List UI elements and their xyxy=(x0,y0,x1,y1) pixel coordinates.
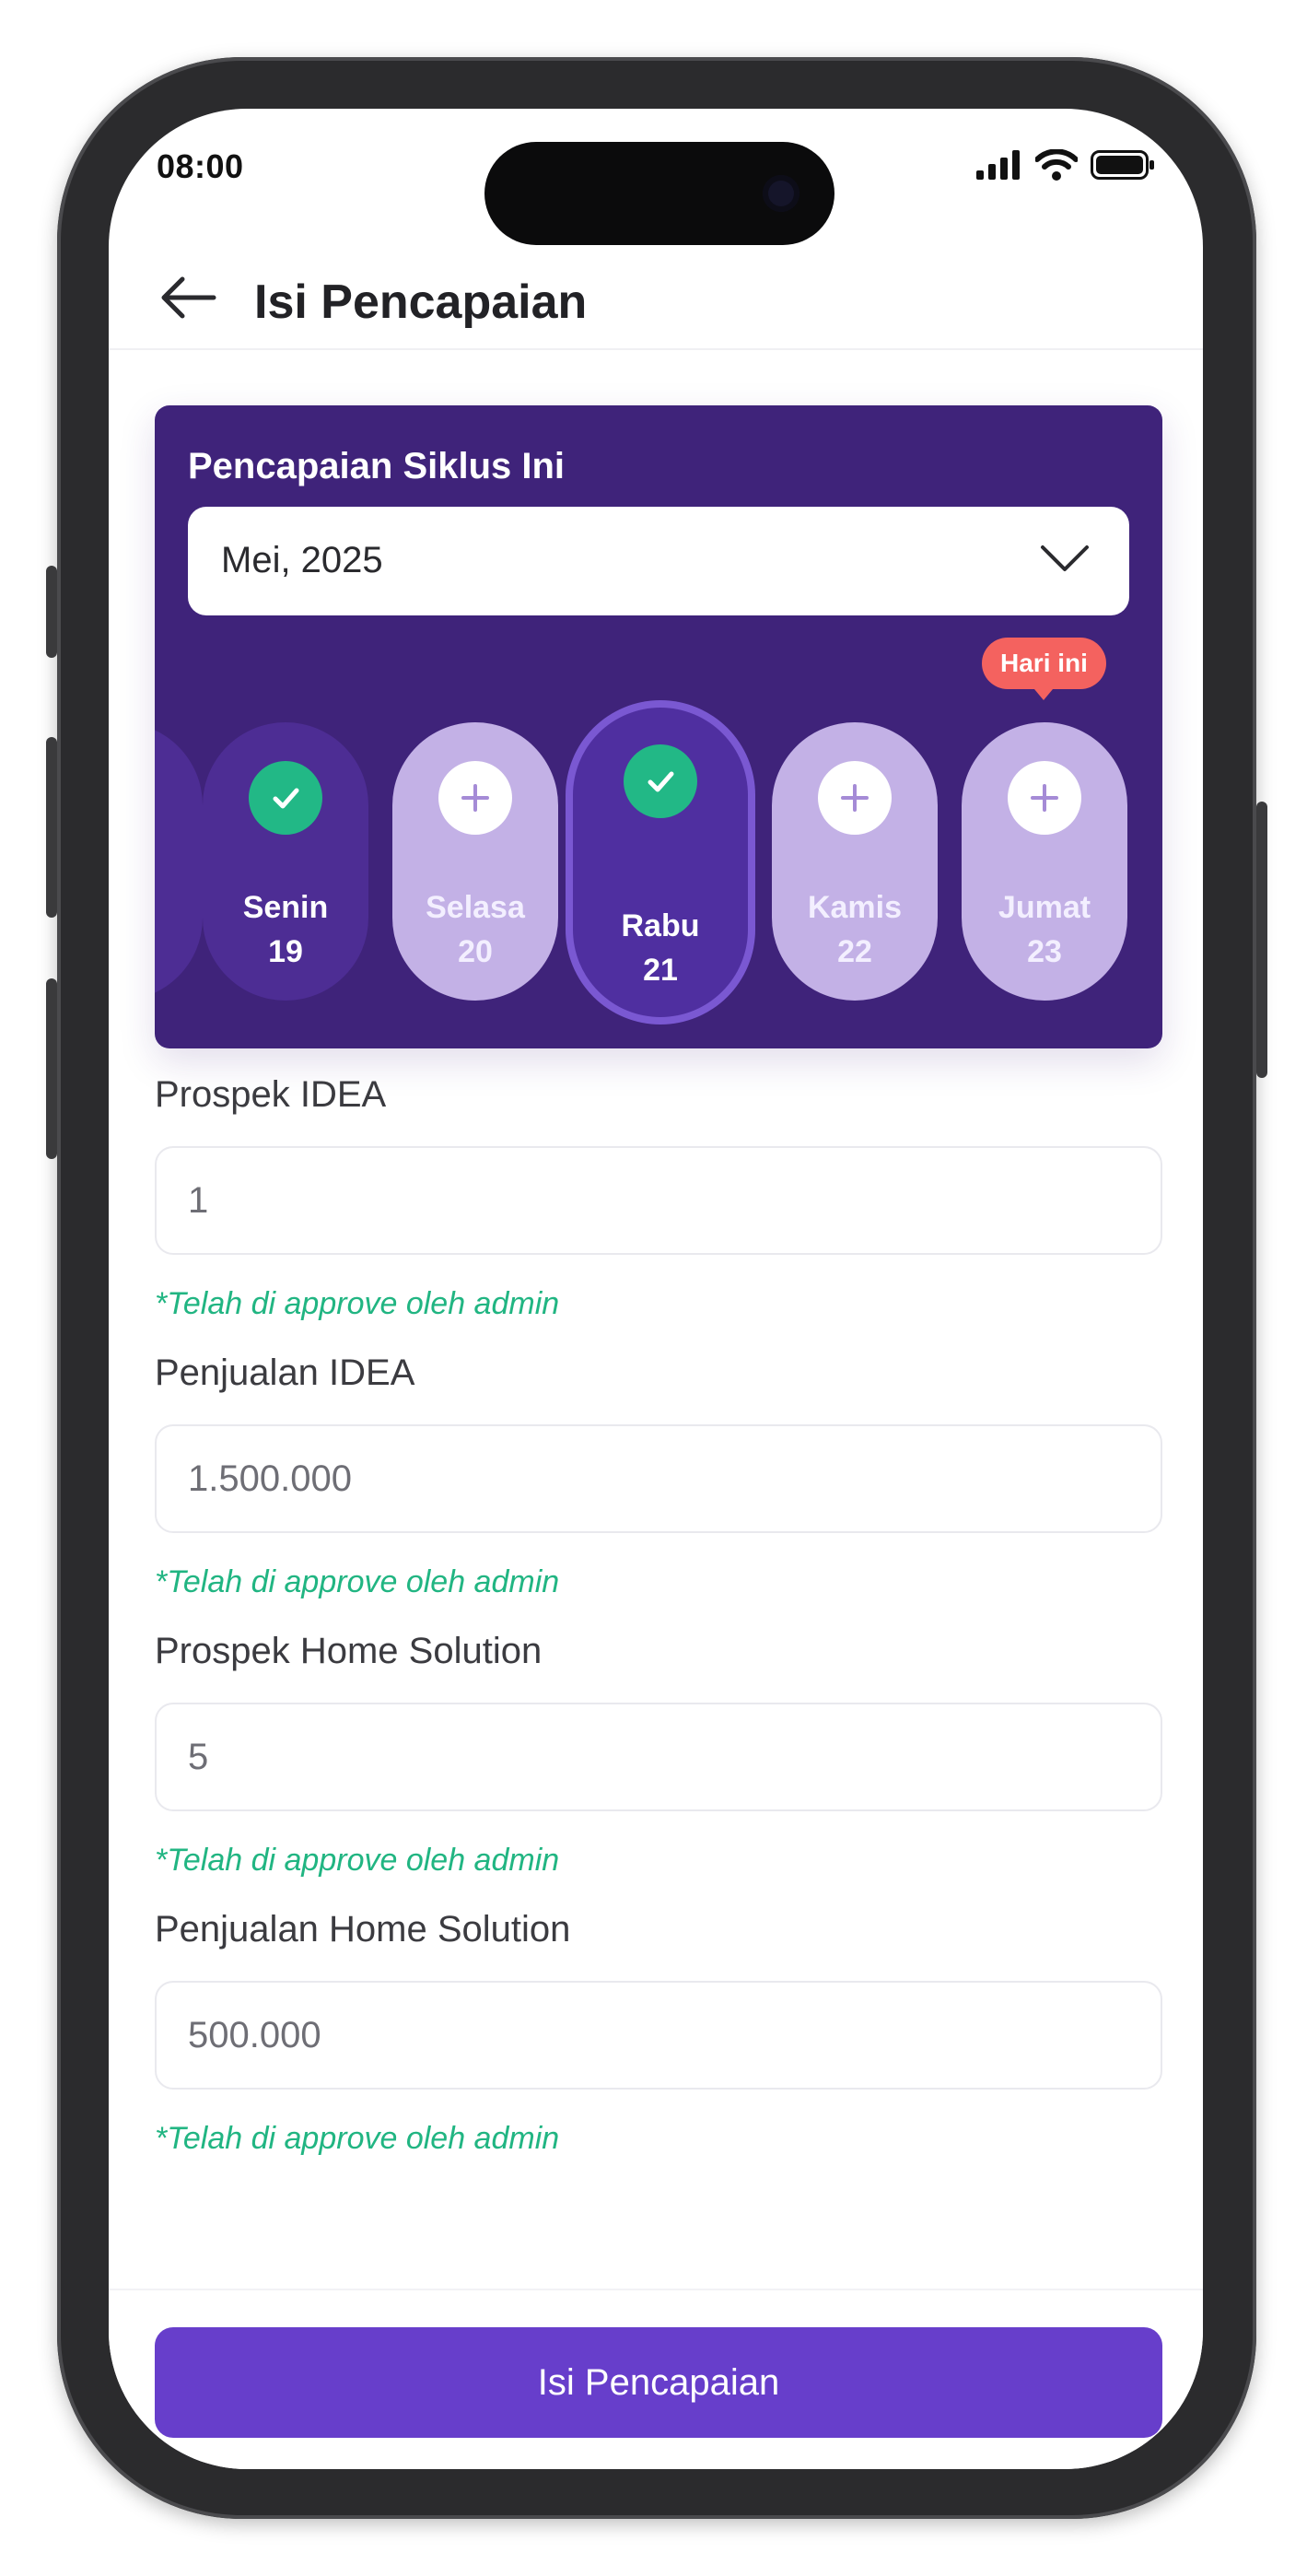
app-header: Isi Pencapaian xyxy=(109,247,1203,350)
day-name: Jumat xyxy=(998,890,1091,925)
day-item-previous[interactable] xyxy=(155,722,203,1001)
day-date: 20 xyxy=(458,934,493,969)
app-screen: 08:00 Isi Pencapaian Pencapaian Siklus I… xyxy=(109,109,1203,2469)
field-label-penjualan-home-solution: Penjualan Home Solution xyxy=(155,1909,571,1950)
wifi-icon xyxy=(1035,149,1078,181)
plus-icon xyxy=(818,761,892,835)
day-date: 22 xyxy=(837,934,872,969)
status-time: 08:00 xyxy=(157,147,244,185)
submit-achievement-button[interactable]: Isi Pencapaian xyxy=(155,2327,1162,2438)
day-date: 23 xyxy=(1027,934,1062,969)
check-icon xyxy=(624,744,697,818)
day-item-selasa[interactable]: Selasa 20 xyxy=(392,722,558,1001)
day-name: Senin xyxy=(242,890,329,925)
volume-down-button xyxy=(46,978,57,1159)
arrow-left-icon xyxy=(161,276,216,319)
today-badge: Hari ini xyxy=(982,638,1106,700)
approval-note: *Telah di approve oleh admin xyxy=(155,1843,560,1878)
camera-icon xyxy=(763,175,799,212)
dynamic-island xyxy=(484,142,834,245)
day-date: 21 xyxy=(643,953,678,988)
approval-note: *Telah di approve oleh admin xyxy=(155,1286,560,1321)
chevron-down-icon xyxy=(1041,545,1089,571)
day-item-senin[interactable]: Senin 19 xyxy=(203,722,368,1001)
plus-icon xyxy=(438,761,512,835)
back-button[interactable] xyxy=(158,275,217,321)
bottom-action-bar: Isi Pencapaian xyxy=(109,2289,1203,2469)
day-item-rabu[interactable]: Rabu 21 xyxy=(573,708,748,1017)
day-name: Rabu xyxy=(621,908,700,943)
check-icon xyxy=(249,761,322,835)
month-select[interactable]: Mei, 2025 xyxy=(188,507,1129,615)
power-button xyxy=(1256,802,1267,1078)
penjualan-idea-input[interactable] xyxy=(155,1424,1162,1533)
penjualan-home-solution-input[interactable] xyxy=(155,1981,1162,2090)
card-title: Pencapaian Siklus Ini xyxy=(188,446,566,486)
action-button xyxy=(46,566,57,658)
status-icons xyxy=(976,149,1155,181)
volume-up-button xyxy=(46,737,57,918)
field-label-penjualan-idea: Penjualan IDEA xyxy=(155,1352,415,1393)
signal-icon xyxy=(976,150,1020,180)
field-label-prospek-idea: Prospek IDEA xyxy=(155,1074,387,1115)
day-date: 19 xyxy=(268,934,303,969)
day-item-jumat[interactable]: Jumat 23 xyxy=(962,722,1127,1001)
approval-note: *Telah di approve oleh admin xyxy=(155,2121,560,2156)
prospek-idea-input[interactable] xyxy=(155,1146,1162,1255)
battery-icon xyxy=(1091,150,1154,180)
cycle-summary-card: Pencapaian Siklus Ini Mei, 2025 Hari ini… xyxy=(155,405,1162,1048)
day-name: Kamis xyxy=(807,890,903,925)
day-name: Selasa xyxy=(426,890,525,925)
approval-note: *Telah di approve oleh admin xyxy=(155,1564,560,1599)
prospek-home-solution-input[interactable] xyxy=(155,1703,1162,1811)
month-value: Mei, 2025 xyxy=(221,540,383,580)
field-label-prospek-home-solution: Prospek Home Solution xyxy=(155,1631,543,1671)
plus-icon xyxy=(1008,761,1081,835)
page-title: Isi Pencapaian xyxy=(254,275,588,329)
day-item-kamis[interactable]: Kamis 22 xyxy=(772,722,938,1001)
